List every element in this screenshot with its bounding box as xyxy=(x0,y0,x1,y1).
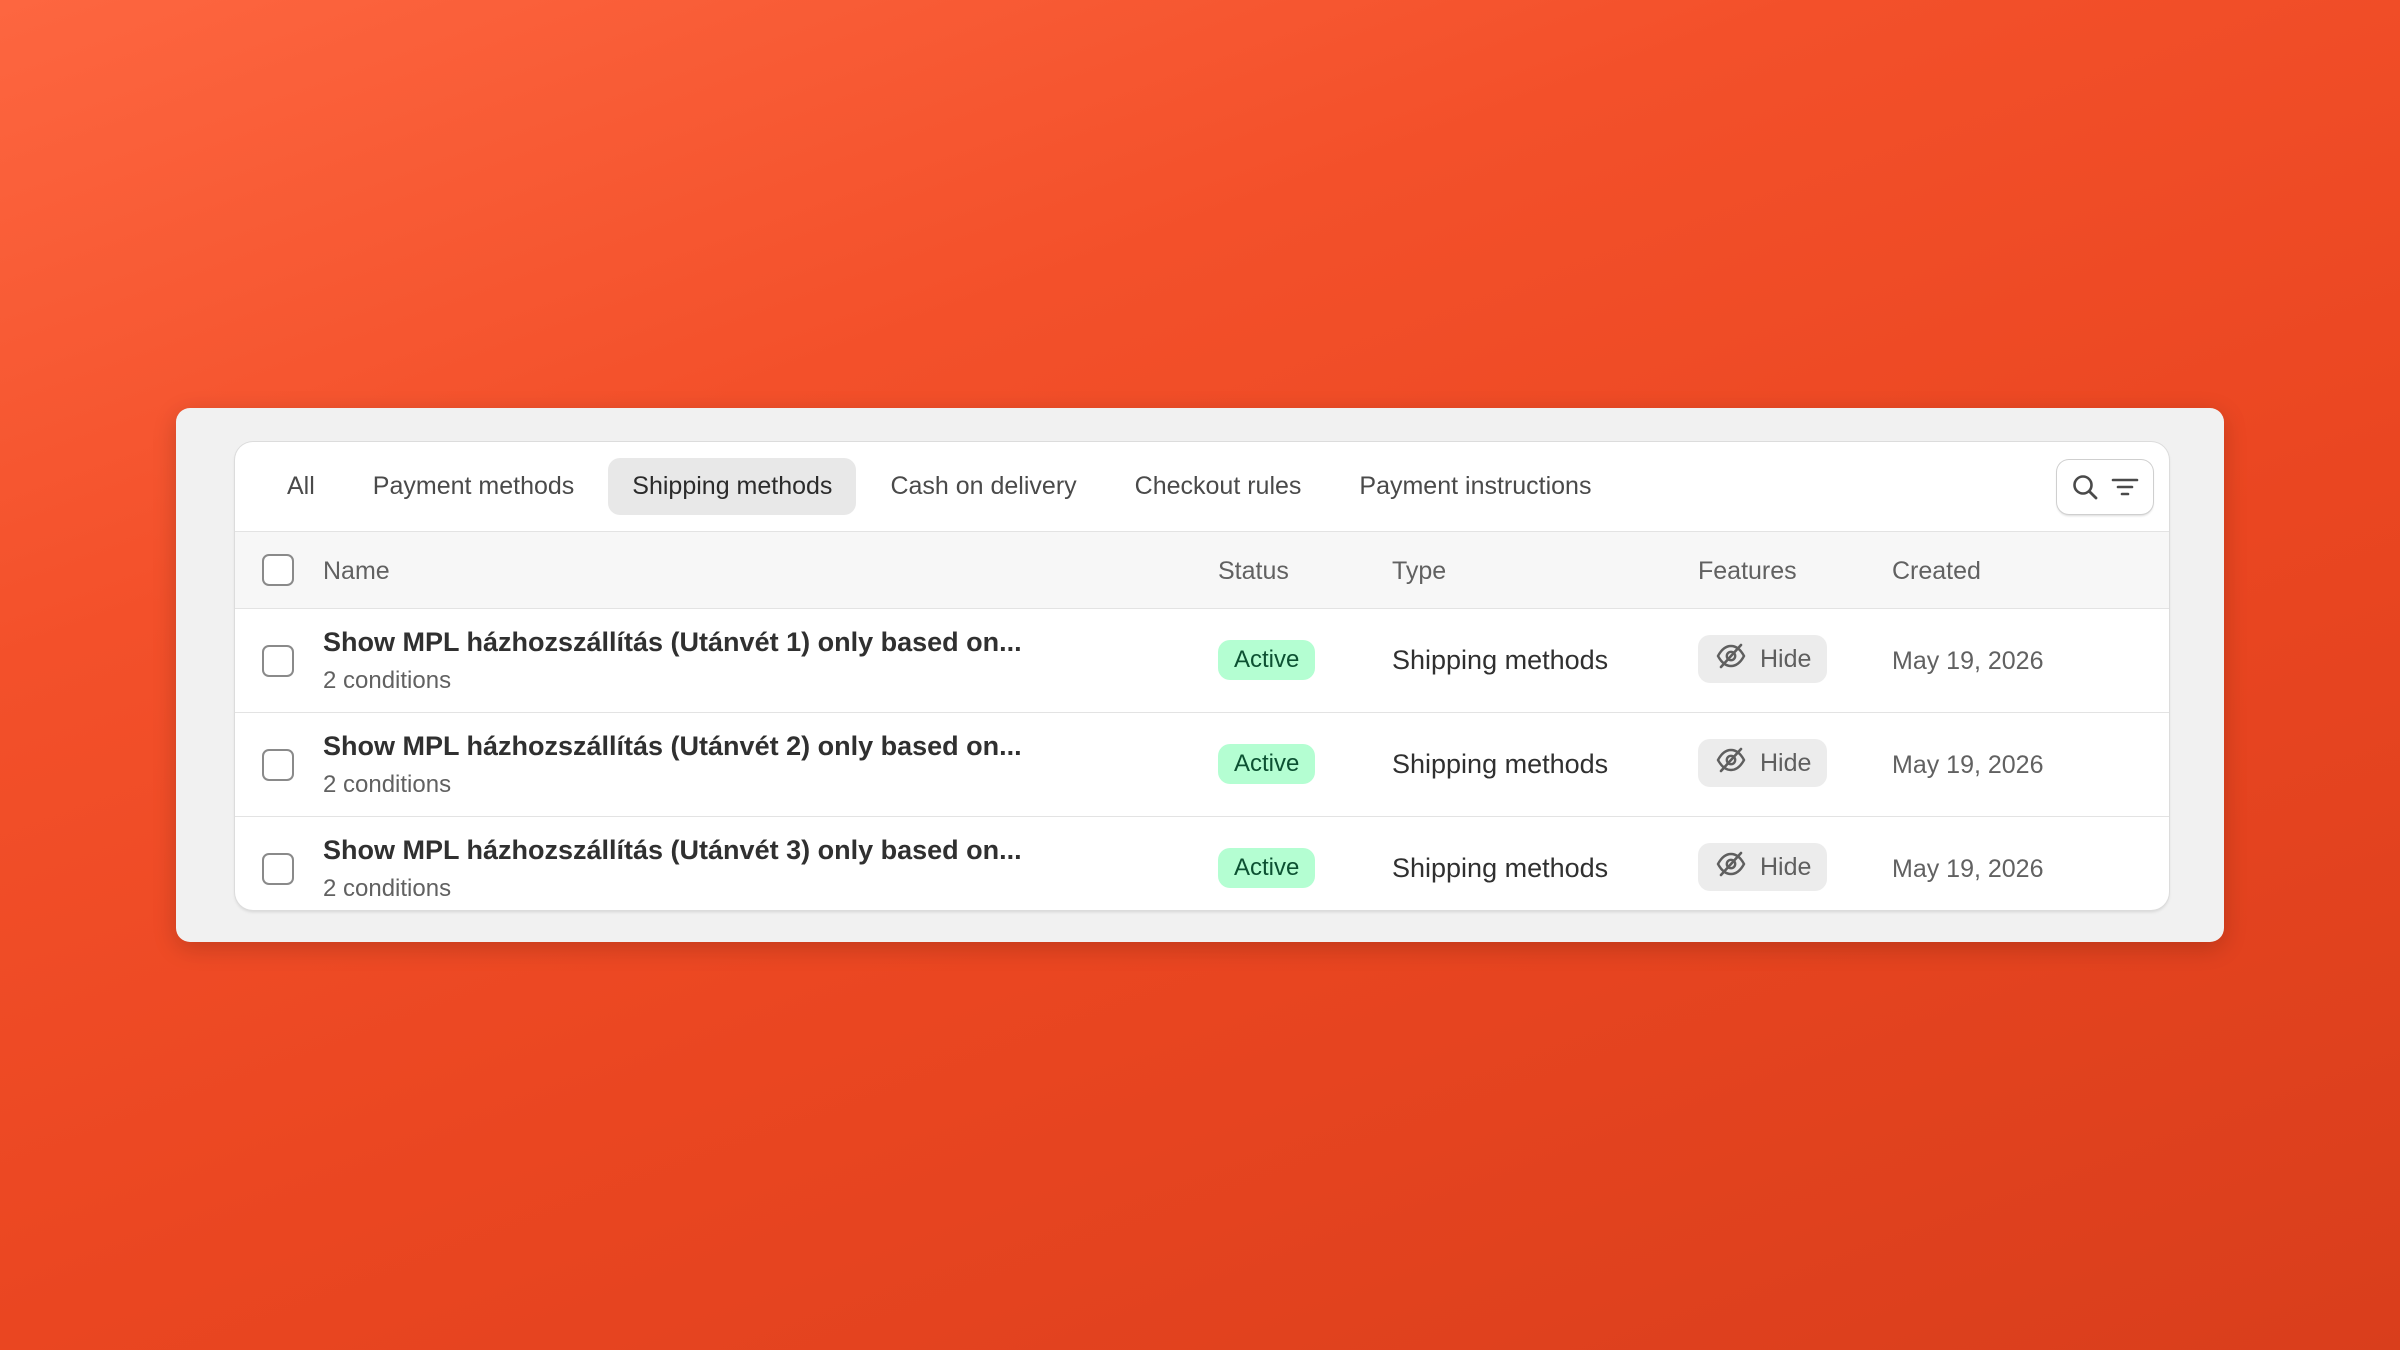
search-icon xyxy=(2071,473,2099,501)
rule-name[interactable]: Show MPL házhozszállítás (Utánvét 3) onl… xyxy=(323,835,1022,866)
rule-type: Shipping methods xyxy=(1392,645,1609,675)
rules-table-card: All Payment methods Shipping methods Cas… xyxy=(235,442,2169,910)
select-all-checkbox[interactable] xyxy=(262,554,294,586)
row-checkbox[interactable] xyxy=(262,749,294,781)
created-date: May 19, 2026 xyxy=(1892,751,2044,779)
filter-tabs: All Payment methods Shipping methods Cas… xyxy=(235,442,2169,532)
column-header-status[interactable]: Status xyxy=(1218,557,1289,586)
eye-slash-icon xyxy=(1716,747,1746,780)
tab-payment-methods[interactable]: Payment methods xyxy=(349,458,599,515)
status-badge: Active xyxy=(1218,640,1316,680)
eye-slash-icon xyxy=(1716,643,1746,676)
feature-label: Hide xyxy=(1760,748,1812,777)
column-header-name[interactable]: Name xyxy=(323,557,390,586)
rule-name[interactable]: Show MPL házhozszállítás (Utánvét 1) onl… xyxy=(323,627,1022,658)
table-row[interactable]: Show MPL házhozszállítás (Utánvét 1) onl… xyxy=(235,609,2169,713)
screenshot-frame: All Payment methods Shipping methods Cas… xyxy=(176,408,2224,942)
rule-type: Shipping methods xyxy=(1392,853,1609,883)
table-header: Name Status Type Features Created xyxy=(235,532,2169,609)
row-checkbox[interactable] xyxy=(262,645,294,677)
table-row[interactable]: Show MPL házhozszállítás (Utánvét 2) onl… xyxy=(235,713,2169,817)
feature-tag-hide: Hide xyxy=(1698,739,1828,787)
feature-tag-hide: Hide xyxy=(1698,635,1828,683)
rule-conditions: 2 conditions xyxy=(323,667,452,694)
created-date: May 19, 2026 xyxy=(1892,855,2044,883)
tab-payment-instructions[interactable]: Payment instructions xyxy=(1335,458,1615,515)
column-header-features[interactable]: Features xyxy=(1698,557,1797,586)
feature-label: Hide xyxy=(1760,852,1812,881)
feature-label: Hide xyxy=(1760,644,1812,673)
rule-type: Shipping methods xyxy=(1392,749,1609,779)
rule-conditions: 2 conditions xyxy=(323,875,452,902)
rule-conditions: 2 conditions xyxy=(323,771,452,798)
status-badge: Active xyxy=(1218,848,1316,888)
filter-icon xyxy=(2111,473,2139,501)
table-row[interactable]: Show MPL házhozszállítás (Utánvét 3) onl… xyxy=(235,817,2169,910)
tab-shipping-methods[interactable]: Shipping methods xyxy=(608,458,857,515)
column-header-created[interactable]: Created xyxy=(1892,557,1981,586)
search-filter-button[interactable] xyxy=(2057,460,2153,514)
eye-slash-icon xyxy=(1716,851,1746,884)
tab-all[interactable]: All xyxy=(263,458,339,515)
tab-cash-on-delivery[interactable]: Cash on delivery xyxy=(866,458,1100,515)
created-date: May 19, 2026 xyxy=(1892,647,2044,675)
status-badge: Active xyxy=(1218,744,1316,784)
row-checkbox[interactable] xyxy=(262,853,294,885)
tab-checkout-rules[interactable]: Checkout rules xyxy=(1111,458,1326,515)
column-header-type[interactable]: Type xyxy=(1392,557,1446,586)
feature-tag-hide: Hide xyxy=(1698,843,1828,891)
rule-name[interactable]: Show MPL házhozszállítás (Utánvét 2) onl… xyxy=(323,731,1022,762)
